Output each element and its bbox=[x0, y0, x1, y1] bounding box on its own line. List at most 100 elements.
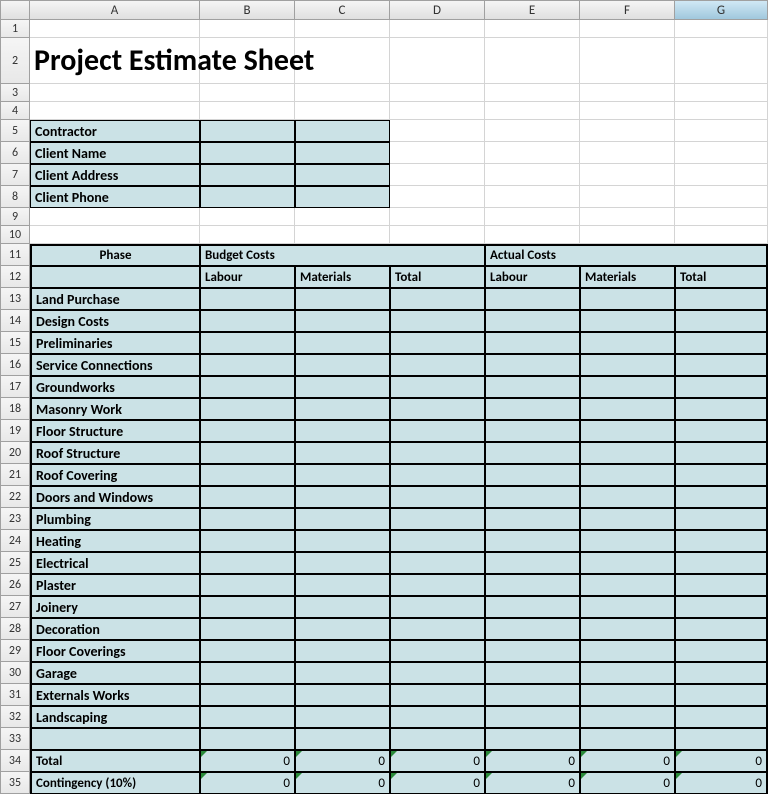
data-cell[interactable] bbox=[390, 464, 485, 486]
header-total[interactable]: Total bbox=[675, 266, 768, 288]
phase-name[interactable]: Land Purchase bbox=[30, 288, 200, 310]
header-phase[interactable]: Phase bbox=[30, 244, 200, 266]
cell[interactable] bbox=[30, 20, 200, 38]
total-label[interactable]: Total bbox=[30, 750, 200, 772]
data-cell[interactable] bbox=[295, 662, 390, 684]
header-actual[interactable]: Actual Costs bbox=[485, 244, 768, 266]
data-cell[interactable] bbox=[295, 552, 390, 574]
cell[interactable] bbox=[580, 186, 675, 208]
phase-name[interactable]: Preliminaries bbox=[30, 332, 200, 354]
cell[interactable] bbox=[295, 20, 390, 38]
row-header-5[interactable]: 5 bbox=[0, 120, 30, 142]
column-header-b[interactable]: B bbox=[200, 0, 295, 20]
row-header-15[interactable]: 15 bbox=[0, 332, 30, 354]
row-header-6[interactable]: 6 bbox=[0, 142, 30, 164]
cell[interactable] bbox=[675, 102, 768, 120]
data-cell[interactable] bbox=[390, 508, 485, 530]
phase-name[interactable]: Service Connections bbox=[30, 354, 200, 376]
data-cell[interactable] bbox=[485, 508, 580, 530]
row-header-9[interactable]: 9 bbox=[0, 208, 30, 226]
cell[interactable] bbox=[675, 226, 768, 244]
phase-name[interactable]: Externals Works bbox=[30, 684, 200, 706]
data-cell[interactable] bbox=[485, 552, 580, 574]
cell[interactable] bbox=[675, 208, 768, 226]
data-cell[interactable] bbox=[675, 662, 768, 684]
data-cell[interactable] bbox=[390, 310, 485, 332]
cell[interactable] bbox=[485, 208, 580, 226]
data-cell[interactable] bbox=[580, 288, 675, 310]
contingency-value[interactable]: 0 bbox=[295, 772, 390, 794]
data-cell[interactable] bbox=[295, 354, 390, 376]
data-cell[interactable] bbox=[485, 332, 580, 354]
data-cell[interactable] bbox=[200, 442, 295, 464]
header-total[interactable]: Total bbox=[390, 266, 485, 288]
data-cell[interactable] bbox=[485, 530, 580, 552]
data-cell[interactable] bbox=[675, 464, 768, 486]
data-cell[interactable] bbox=[390, 442, 485, 464]
cell[interactable] bbox=[295, 226, 390, 244]
data-cell[interactable] bbox=[295, 684, 390, 706]
data-cell[interactable] bbox=[390, 288, 485, 310]
data-cell[interactable] bbox=[485, 420, 580, 442]
phase-name[interactable]: Floor Coverings bbox=[30, 640, 200, 662]
info-value[interactable] bbox=[200, 142, 295, 164]
total-value[interactable]: 0 bbox=[390, 750, 485, 772]
phase-name[interactable]: Plumbing bbox=[30, 508, 200, 530]
data-cell[interactable] bbox=[580, 574, 675, 596]
row-header-24[interactable]: 24 bbox=[0, 530, 30, 552]
select-all-corner[interactable] bbox=[0, 0, 30, 20]
data-cell[interactable] bbox=[200, 288, 295, 310]
data-cell[interactable] bbox=[295, 332, 390, 354]
cell[interactable] bbox=[390, 20, 485, 38]
phase-name[interactable]: Doors and Windows bbox=[30, 486, 200, 508]
row-header-3[interactable]: 3 bbox=[0, 84, 30, 102]
total-value[interactable]: 0 bbox=[580, 750, 675, 772]
phase-name[interactable]: Floor Structure bbox=[30, 420, 200, 442]
data-cell[interactable] bbox=[675, 574, 768, 596]
column-header-a[interactable]: A bbox=[30, 0, 200, 20]
cell[interactable] bbox=[580, 164, 675, 186]
phase-name[interactable]: Electrical bbox=[30, 552, 200, 574]
row-header-26[interactable]: 26 bbox=[0, 574, 30, 596]
data-cell[interactable] bbox=[390, 420, 485, 442]
cell[interactable] bbox=[295, 84, 390, 102]
data-cell[interactable] bbox=[390, 376, 485, 398]
data-cell[interactable] bbox=[485, 596, 580, 618]
data-cell[interactable] bbox=[485, 464, 580, 486]
data-cell[interactable] bbox=[580, 442, 675, 464]
blank-phase[interactable] bbox=[30, 728, 200, 750]
cell[interactable] bbox=[580, 102, 675, 120]
phase-name[interactable]: Decoration bbox=[30, 618, 200, 640]
data-cell[interactable] bbox=[295, 310, 390, 332]
info-value[interactable] bbox=[295, 120, 390, 142]
cell[interactable] bbox=[30, 102, 200, 120]
cell[interactable] bbox=[675, 20, 768, 38]
header-phase-sub[interactable] bbox=[30, 266, 200, 288]
sheet-title[interactable]: Project Estimate Sheet bbox=[30, 38, 200, 84]
data-cell[interactable] bbox=[485, 486, 580, 508]
row-header-31[interactable]: 31 bbox=[0, 684, 30, 706]
data-cell[interactable] bbox=[200, 596, 295, 618]
row-header-19[interactable]: 19 bbox=[0, 420, 30, 442]
data-cell[interactable] bbox=[580, 508, 675, 530]
data-cell[interactable] bbox=[580, 728, 675, 750]
contingency-value[interactable]: 0 bbox=[675, 772, 768, 794]
cell-grid[interactable]: Project Estimate SheetContractorClient N… bbox=[30, 20, 768, 797]
row-header-33[interactable]: 33 bbox=[0, 728, 30, 750]
data-cell[interactable] bbox=[485, 618, 580, 640]
data-cell[interactable] bbox=[390, 706, 485, 728]
phase-name[interactable]: Plaster bbox=[30, 574, 200, 596]
header-labour[interactable]: Labour bbox=[485, 266, 580, 288]
data-cell[interactable] bbox=[295, 728, 390, 750]
data-cell[interactable] bbox=[200, 310, 295, 332]
contingency-value[interactable]: 0 bbox=[580, 772, 675, 794]
cell[interactable] bbox=[580, 20, 675, 38]
row-header-29[interactable]: 29 bbox=[0, 640, 30, 662]
data-cell[interactable] bbox=[295, 508, 390, 530]
data-cell[interactable] bbox=[675, 398, 768, 420]
cell[interactable] bbox=[30, 226, 200, 244]
data-cell[interactable] bbox=[200, 530, 295, 552]
info-value[interactable] bbox=[295, 142, 390, 164]
data-cell[interactable] bbox=[675, 288, 768, 310]
row-header-23[interactable]: 23 bbox=[0, 508, 30, 530]
